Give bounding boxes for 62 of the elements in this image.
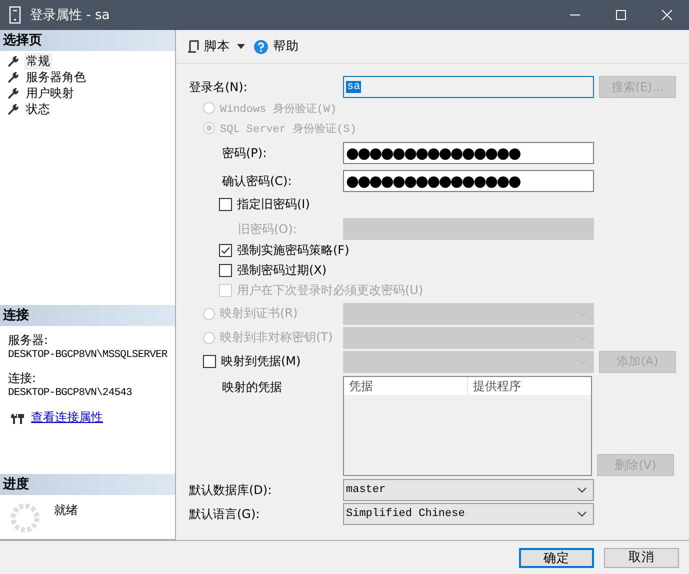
window-title: 登录属性 - sa — [30, 7, 110, 24]
page-item[interactable]: 状态 — [24, 100, 52, 118]
default-database-dropdown[interactable]: master — [343, 479, 594, 501]
column-header[interactable]: 提供程序 — [468, 377, 591, 395]
spinner-icon — [9, 502, 41, 534]
connection-label: 连接: — [8, 370, 38, 387]
confirm-password-field[interactable]: ●●●●●●●●●●●●●●● — [343, 170, 594, 192]
login-name-label: 登录名(N): — [189, 78, 248, 96]
mapping-label: 映射到证书(R) — [220, 305, 298, 322]
server-icon — [9, 6, 21, 24]
dropdown-caret-icon[interactable] — [237, 44, 245, 49]
help-icon — [254, 40, 268, 54]
chevron-down-icon — [577, 487, 587, 493]
checkbox[interactable] — [219, 244, 232, 256]
wrench-icon — [7, 87, 19, 99]
mapped-credentials-label: 映射的凭据 — [221, 379, 283, 396]
close-icon[interactable] — [661, 9, 673, 21]
chevron-down-icon — [577, 511, 587, 517]
column-header[interactable]: 凭据 — [344, 377, 468, 395]
status-text: 就绪 — [54, 502, 78, 519]
mapping-dropdown[interactable] — [343, 350, 594, 372]
server-value: DESKTOP-BGCP8VN\MSSQLSERVER — [8, 349, 168, 361]
checkbox-label: 用户在下次登录时必须更改密码(U) — [237, 282, 424, 298]
page-item[interactable]: 用户映射 — [24, 84, 76, 102]
default-language-dropdown[interactable]: Simplified Chinese — [343, 503, 594, 525]
cancel-button[interactable]: 取消 — [604, 548, 679, 568]
view-connection-properties-link[interactable]: 查看连接属性 — [31, 409, 103, 426]
section-header: 连接 — [0, 305, 175, 326]
checkbox-label: 强制密码过期(X) — [237, 262, 327, 278]
server-label: 服务器: — [8, 332, 50, 349]
wrench-icon — [7, 55, 19, 67]
default-database-label: 默认数据库(D): — [189, 482, 273, 498]
mapping-dropdown[interactable] — [343, 302, 594, 324]
section-header: 选择页 — [0, 30, 175, 51]
password-label: 密码(P): — [221, 144, 268, 162]
maximize-icon[interactable] — [615, 9, 627, 21]
page-item[interactable]: 服务器角色 — [24, 68, 88, 86]
mapping-dropdown[interactable] — [343, 326, 594, 348]
connection-value: DESKTOP-BGCP8VN\24543 — [8, 387, 133, 399]
checkbox-label: 指定旧密码(I) — [237, 196, 310, 212]
checkbox[interactable] — [203, 355, 216, 368]
page-item[interactable]: 常规 — [24, 52, 52, 70]
script-icon — [187, 40, 199, 54]
radio-label: Windows 身份验证(W) — [220, 102, 337, 116]
confirm-password-label: 确认密码(C): — [221, 172, 293, 190]
login-name-field[interactable]: sa — [343, 76, 594, 98]
radio-label: SQL Server 身份验证(S) — [220, 122, 356, 136]
wrench-icon — [7, 103, 19, 115]
checkbox[interactable] — [219, 198, 232, 210]
mapping-label: 映射到非对称密钥(T) — [220, 329, 333, 346]
script-button[interactable]: 脚本 — [184, 38, 233, 55]
plug-icon — [10, 412, 24, 424]
ok-button[interactable]: 确定 — [519, 548, 594, 568]
old-password-label: 旧密码(O): — [237, 220, 298, 238]
mapping-label: 映射到凭据(M) — [221, 353, 301, 370]
password-field[interactable]: ●●●●●●●●●●●●●●● — [343, 142, 594, 164]
checkbox-label: 强制实施密码策略(F) — [237, 242, 350, 258]
section-header: 进度 — [0, 474, 175, 495]
default-language-label: 默认语言(G): — [189, 506, 261, 522]
wrench-icon — [7, 71, 19, 83]
help-button[interactable]: 帮助 — [251, 38, 302, 55]
checkbox[interactable] — [219, 264, 232, 276]
